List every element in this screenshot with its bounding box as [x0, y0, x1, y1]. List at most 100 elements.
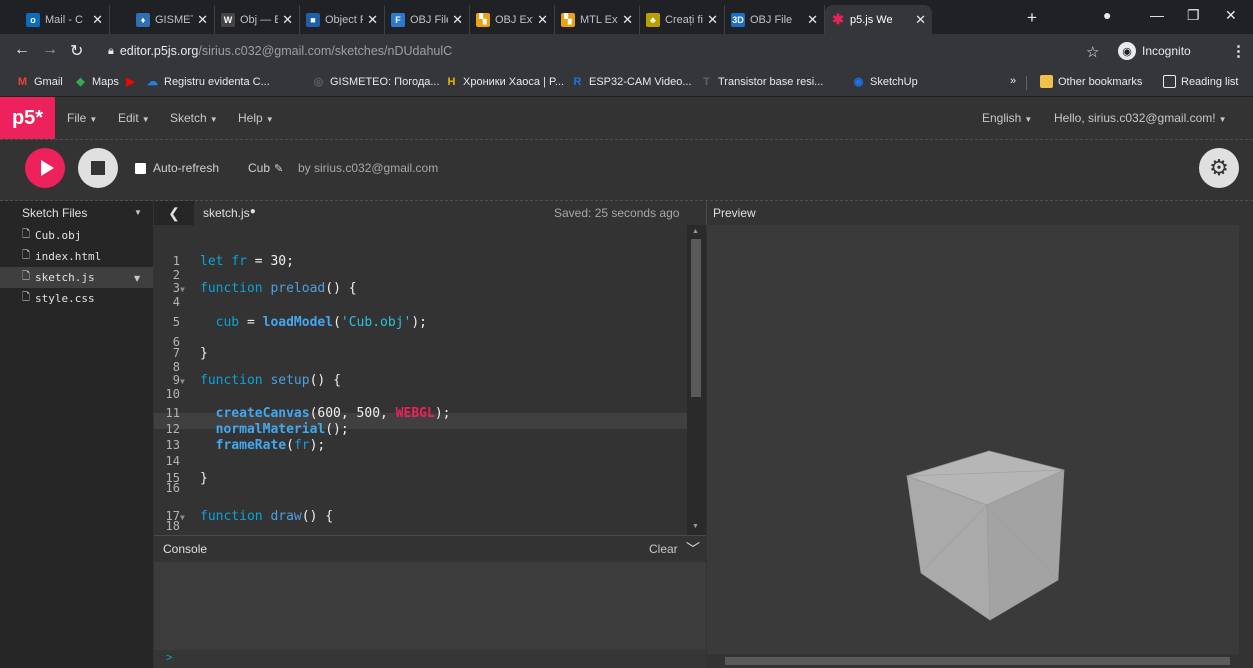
chevron-down-icon[interactable]: ▼	[134, 274, 140, 283]
pencil-icon[interactable]: ✎	[274, 163, 283, 175]
line-number: 13	[165, 438, 180, 452]
ext-icon: ▚	[476, 12, 490, 27]
p5-asterisk-icon: ✱	[832, 11, 844, 27]
sidebar-file-item[interactable]: 🗋 Cub.obj	[0, 225, 153, 246]
scroll-up-icon[interactable]: ▲	[692, 228, 699, 235]
bookmark-item[interactable]: M Gmail	[16, 75, 63, 88]
browser-tab[interactable]: ■ Object F ✕	[300, 5, 385, 34]
close-window-icon[interactable]: ✕	[1225, 7, 1237, 24]
create-icon: ♣	[646, 12, 660, 27]
code-line[interactable]: 18	[154, 518, 687, 534]
close-tab-icon[interactable]: ✕	[92, 12, 103, 28]
language-menu[interactable]: English ▼	[982, 111, 1032, 125]
p5-logo[interactable]: p5*	[0, 97, 55, 139]
browser-tab[interactable]: ▚ MTL Ext ✕	[555, 5, 640, 34]
sidebar-file-item[interactable]: 🗋 index.html	[0, 246, 153, 267]
close-tab-icon[interactable]: ✕	[452, 12, 463, 28]
editor-tab[interactable]: sketch.js●	[203, 206, 256, 220]
bookmark-item[interactable]: ☁ Registru evidenta C...	[146, 75, 270, 89]
scroll-down-icon[interactable]: ▼	[692, 523, 699, 530]
editor-scrollbar[interactable]: ▲ ▼	[687, 225, 706, 535]
tab-search-icon[interactable]: ●	[1103, 7, 1111, 23]
console-input[interactable]: >	[154, 650, 706, 668]
sketch-name[interactable]: Cub ✎	[248, 161, 283, 175]
close-tab-icon[interactable]: ✕	[807, 12, 818, 28]
file-icon: 🗋	[22, 292, 31, 303]
bookmark-item[interactable]: ▶	[124, 75, 142, 88]
bookmark-item[interactable]: ◉ SketchUp	[852, 75, 918, 89]
auto-refresh-toggle[interactable]: Auto-refresh	[135, 161, 219, 175]
close-tab-icon[interactable]: ✕	[622, 12, 633, 28]
console-clear-button[interactable]: Clear	[649, 542, 678, 556]
close-tab-icon[interactable]: ✕	[367, 12, 378, 28]
sidebar-header[interactable]: Sketch Files ▼	[0, 201, 153, 225]
code-line[interactable]: 13 frameRate(fr);	[154, 437, 687, 453]
cube-render	[905, 450, 1066, 621]
account-menu[interactable]: Hello, sirius.c032@gmail.com! ▼	[1054, 111, 1227, 125]
bookmarks-divider	[1026, 76, 1027, 90]
code-line[interactable]: 14	[154, 453, 687, 469]
menu-sketch[interactable]: Sketch ▼	[170, 111, 218, 125]
close-tab-icon[interactable]: ✕	[915, 12, 926, 28]
sidebar-file-item[interactable]: 🗋 style.css	[0, 288, 153, 309]
bookmark-item[interactable]: ◎ GISMETEO: Погода...	[312, 75, 440, 89]
3d-icon: 3D	[731, 12, 745, 27]
code-line[interactable]: 4	[154, 294, 687, 310]
close-tab-icon[interactable]: ✕	[707, 12, 718, 28]
close-tab-icon[interactable]: ✕	[197, 12, 208, 28]
browser-tab[interactable]: W Obj — B ✕	[215, 5, 300, 34]
bookmark-item[interactable]: R ESP32-CAM Video...	[571, 75, 692, 88]
preview-scroll-thumb[interactable]	[725, 657, 1230, 665]
bookmark-star-icon[interactable]: ☆	[1086, 43, 1099, 61]
minimize-icon[interactable]: —	[1150, 7, 1164, 23]
sidebar-file-item[interactable]: 🗋 sketch.js ▼	[0, 267, 153, 288]
reload-icon[interactable]: ↻	[70, 41, 83, 61]
restore-icon[interactable]: ❐	[1187, 7, 1200, 24]
close-tab-icon[interactable]: ✕	[282, 12, 293, 28]
browser-tab[interactable]: ▚ OBJ Exte ✕	[470, 5, 555, 34]
other-bookmarks[interactable]: Other bookmarks	[1040, 75, 1142, 88]
close-tab-icon[interactable]: ✕	[537, 12, 548, 28]
browser-tab[interactable]: ✱ p5.js We ✕	[825, 5, 932, 34]
collapse-sidebar-button[interactable]: ❮	[154, 201, 194, 225]
menu-edit[interactable]: Edit ▼	[118, 111, 150, 125]
code-line[interactable]: 11 createCanvas(600, 500, WEBGL);	[154, 405, 687, 421]
greeting-label: Hello, sirius.c032@gmail.com!	[1054, 111, 1216, 125]
preview-vertical-scrollbar[interactable]	[1239, 225, 1253, 668]
browser-tab[interactable]: ♣ Creați fi ✕	[640, 5, 725, 34]
menu-help[interactable]: Help ▼	[238, 111, 274, 125]
url-field[interactable]: 🔒︎ editor.p5js.org/sirius.c032@gmail.com…	[108, 37, 1108, 65]
chevron-down-icon[interactable]: ▼	[134, 208, 142, 217]
code-line[interactable]: 12 normalMaterial();	[154, 421, 687, 437]
browser-menu-icon[interactable]: ⋮	[1231, 42, 1246, 60]
bookmark-label: Transistor base resi...	[718, 75, 824, 88]
editor-scroll-thumb[interactable]	[691, 239, 701, 397]
preview-canvas[interactable]	[707, 225, 1253, 668]
menu-file[interactable]: File ▼	[67, 111, 97, 125]
code-line[interactable]: 16	[154, 480, 687, 496]
forward-arrow-icon[interactable]: →	[42, 41, 58, 59]
code-text: normalMaterial();	[215, 422, 349, 437]
back-arrow-icon[interactable]: ←	[14, 41, 30, 59]
settings-button[interactable]: ⚙	[1199, 148, 1239, 188]
reading-list[interactable]: Reading list	[1163, 75, 1238, 88]
browser-tab[interactable]: F OBJ File ✕	[385, 5, 470, 34]
bookmark-item[interactable]: T Transistor base resi...	[700, 75, 823, 88]
chevron-down-icon[interactable]: ﹀	[686, 539, 700, 559]
preview-horizontal-scrollbar[interactable]	[707, 654, 1239, 668]
browser-tab[interactable]: ♦ GISMETE ✕	[130, 5, 215, 34]
new-tab-button[interactable]: +	[1027, 8, 1037, 28]
bookmarks-more-button[interactable]: »	[1010, 75, 1016, 87]
bookmark-item[interactable]: H Хроники Хаоса | P...	[445, 75, 565, 88]
code-line[interactable]: 10	[154, 386, 687, 402]
browser-tab[interactable]: 3D OBJ File ✕	[725, 5, 825, 34]
stop-button[interactable]	[78, 148, 118, 188]
browser-tab[interactable]: o Mail - C ✕	[20, 5, 110, 34]
file-name: style.css	[35, 292, 95, 305]
incognito-badge[interactable]: ◉ Incognito	[1118, 40, 1191, 62]
auto-refresh-checkbox[interactable]	[135, 162, 146, 174]
play-button[interactable]	[25, 148, 65, 188]
code-editor[interactable]: 1 let fr = 30; 2 3▼ function preload() {4 5 c…	[154, 225, 706, 535]
code-line[interactable]: 5 cub = loadModel('Cub.obj');	[154, 314, 687, 330]
bookmark-item[interactable]: ◆ Maps	[74, 75, 119, 89]
